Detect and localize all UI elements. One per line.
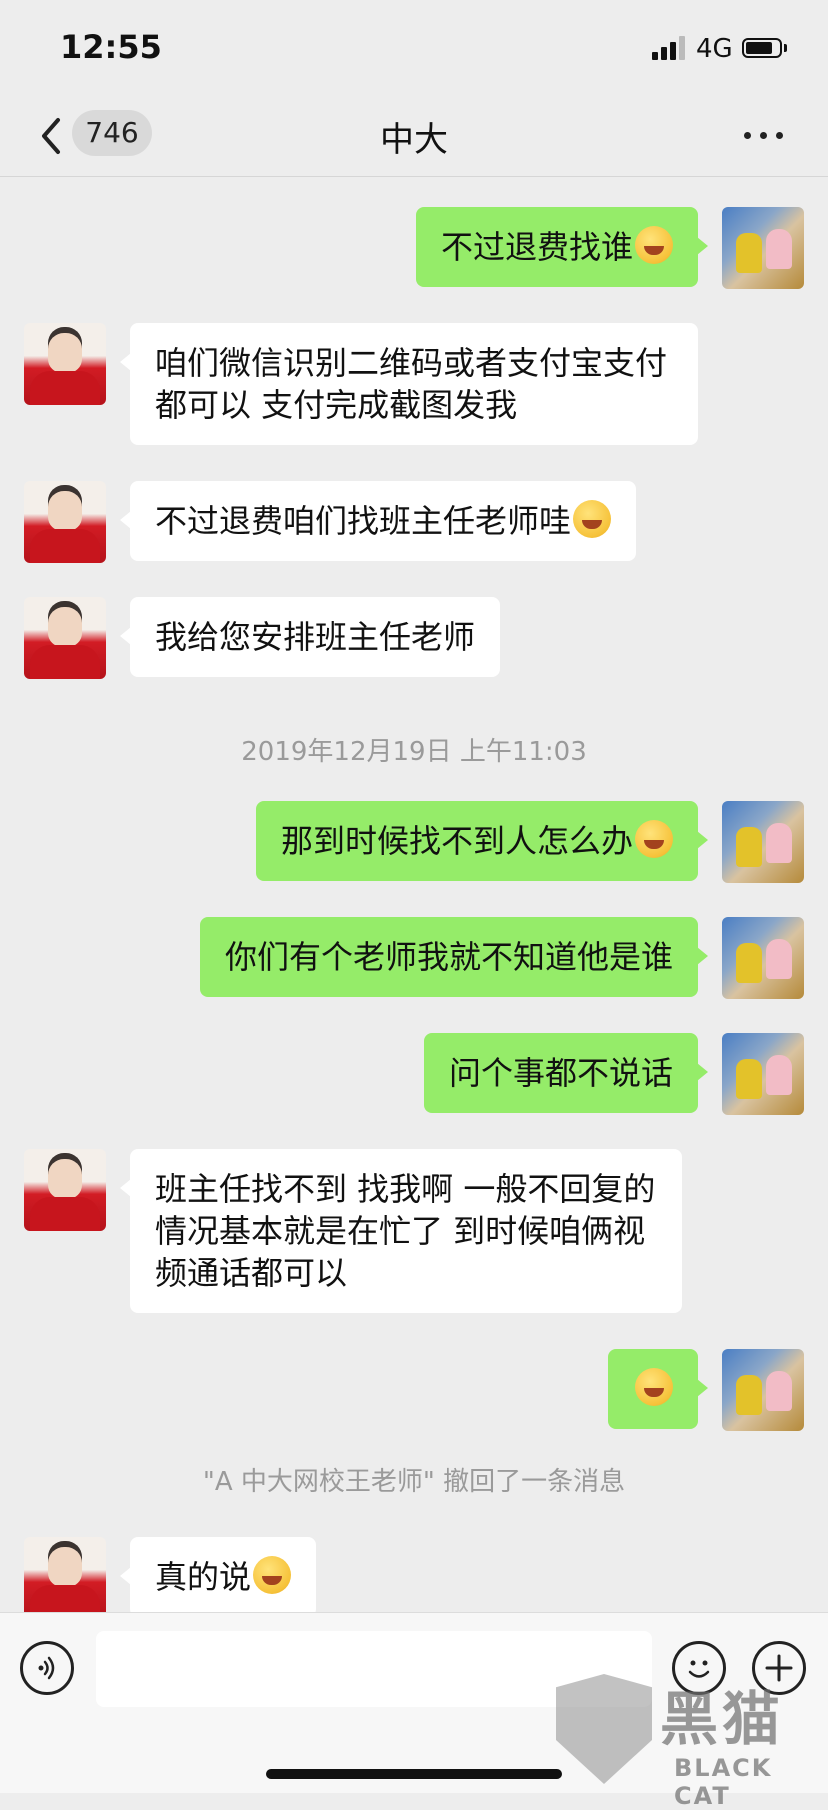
my-avatar[interactable] bbox=[722, 801, 804, 883]
timestamp-divider: 2019年12月19日 上午11:03 bbox=[241, 737, 587, 767]
emoji-picker-icon[interactable] bbox=[672, 1641, 726, 1695]
back-chevron-icon[interactable] bbox=[36, 114, 66, 158]
unread-count-badge[interactable]: 746 bbox=[72, 110, 152, 156]
my-avatar[interactable] bbox=[722, 207, 804, 289]
message-bubble[interactable]: 你们有个老师我就不知道他是谁 bbox=[199, 917, 709, 997]
message-bubble[interactable]: 那到时候找不到人怎么办 bbox=[255, 801, 709, 881]
message-text: 不过退费咱们找班主任老师哇 bbox=[155, 502, 572, 540]
rolling-laughing-emoji-icon bbox=[573, 500, 612, 538]
battery-icon bbox=[742, 38, 782, 58]
message-text: 不过退费找谁 bbox=[440, 228, 633, 266]
message-text: 问个事都不说话 bbox=[448, 1054, 673, 1092]
message-bubble[interactable]: 不过退费找谁 bbox=[415, 207, 709, 287]
contact-avatar[interactable] bbox=[24, 323, 106, 405]
contact-avatar[interactable] bbox=[24, 1537, 106, 1612]
message-bubble[interactable]: 问个事都不说话 bbox=[423, 1033, 709, 1113]
status-time: 12:55 bbox=[60, 28, 162, 66]
my-avatar[interactable] bbox=[722, 917, 804, 999]
chat-header: 746 中大 bbox=[0, 100, 828, 177]
home-indicator[interactable] bbox=[266, 1769, 562, 1779]
recall-notice: "A 中大网校王老师" 撤回了一条消息 bbox=[202, 1467, 626, 1497]
cellular-signal-icon bbox=[652, 36, 686, 60]
message-text: 真的说 bbox=[155, 1558, 252, 1596]
message-text: 班主任找不到 找我啊 一般不回复的情况基本就是在忙了 到时候咱俩视频通话都可以 bbox=[155, 1170, 656, 1292]
contact-avatar[interactable] bbox=[24, 597, 106, 679]
message-bubble[interactable]: 我给您安排班主任老师 bbox=[119, 597, 501, 677]
more-options-icon[interactable] bbox=[742, 118, 786, 152]
input-toolbar bbox=[0, 1612, 828, 1793]
message-text: 那到时候找不到人怎么办 bbox=[280, 822, 633, 860]
network-type: 4G bbox=[696, 34, 733, 64]
my-avatar[interactable] bbox=[722, 1033, 804, 1115]
message-bubble[interactable]: 咱们微信识别二维码或者支付宝支付都可以 支付完成截图发我 bbox=[120, 323, 698, 445]
message-text: 咱们微信识别二维码或者支付宝支付都可以 支付完成截图发我 bbox=[155, 344, 668, 424]
laughing-tears-emoji-icon bbox=[635, 226, 673, 264]
message-bubble[interactable]: 不过退费咱们找班主任老师哇 bbox=[119, 481, 637, 561]
more-actions-plus-icon[interactable] bbox=[752, 1641, 806, 1695]
status-bar: 12:55 4G bbox=[0, 0, 828, 100]
message-input[interactable] bbox=[96, 1631, 652, 1707]
laughing-tears-emoji-icon bbox=[635, 1368, 673, 1406]
message-bubble[interactable]: 班主任找不到 找我啊 一般不回复的情况基本就是在忙了 到时候咱俩视频通话都可以 bbox=[120, 1149, 682, 1313]
message-text: 你们有个老师我就不知道他是谁 bbox=[224, 938, 673, 976]
chat-title: 中大 bbox=[380, 120, 448, 160]
contact-avatar[interactable] bbox=[24, 481, 106, 563]
message-text: 我给您安排班主任老师 bbox=[155, 618, 476, 656]
my-avatar[interactable] bbox=[722, 1349, 804, 1431]
contact-avatar[interactable] bbox=[24, 1149, 106, 1231]
smirk-emoji-icon bbox=[253, 1556, 292, 1594]
rolling-laughing-emoji-icon bbox=[635, 820, 673, 858]
battery-tip bbox=[784, 44, 787, 52]
voice-input-icon[interactable] bbox=[20, 1641, 74, 1695]
message-bubble[interactable] bbox=[608, 1349, 708, 1429]
message-bubble[interactable]: 真的说 bbox=[119, 1537, 317, 1612]
message-list[interactable]: 不过退费找谁 咱们微信识别二维码或者支付宝支付都可以 支付完成截图发我 不过退费… bbox=[0, 177, 828, 1612]
